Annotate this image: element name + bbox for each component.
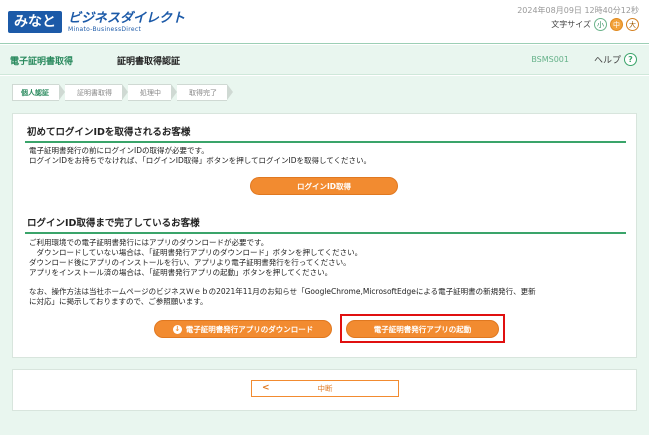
font-size-small-button[interactable]: 小 <box>594 18 607 31</box>
footer-panel: < 中断 <box>12 369 637 411</box>
download-icon: ↓ <box>172 324 182 334</box>
brand-logo[interactable]: みなと ビジネスダイレクト Minato-BusinessDirect <box>8 10 185 34</box>
content-panel: 初めてログインIDを取得されるお客様 電子証明書発行の前にログインIDの取得が必… <box>12 113 637 358</box>
section2-note-2: に対応」に掲示しておりますので、ご参照願います。 <box>29 297 208 306</box>
cancel-button-label: 中断 <box>317 384 333 393</box>
font-size-label: 文字サイズ <box>551 20 591 29</box>
section2-text-3: ダウンロード後にアプリのインストールを行い、アプリより電子証明書発行を行ってくだ… <box>29 258 351 267</box>
help-link[interactable]: ヘルプ ? <box>594 53 637 66</box>
font-size-large-button[interactable]: 大 <box>626 18 639 31</box>
section1-divider <box>25 141 626 143</box>
step-current: 個人認証 <box>12 84 59 101</box>
main-content: 個人認証 証明書取得 処理中 取得完了 初めてログインIDを取得されるお客様 電… <box>0 76 649 435</box>
section2-text-2: ダウンロードしていない場合は、「証明書発行アプリのダウンロード」ボタンを押してく… <box>29 248 363 257</box>
screen-code: BSMS001 <box>531 55 569 64</box>
download-app-button-label: 電子証明書発行アプリのダウンロード <box>185 324 314 334</box>
logo-sub-text: Minato-BusinessDirect <box>68 25 142 33</box>
launch-app-button[interactable]: 電子証明書発行アプリの起動 <box>346 320 499 338</box>
section2-title: ログインID取得まで完了しているお客様 <box>27 218 200 229</box>
app-header: みなと ビジネスダイレクト Minato-BusinessDirect 2024… <box>0 0 649 44</box>
step-item: 証明書取得 <box>65 84 122 101</box>
font-size-medium-button[interactable]: 中 <box>610 18 623 31</box>
section2-text-1: ご利用環境での電子証明書発行にはアプリのダウンロードが必要です。 <box>29 238 269 247</box>
login-id-acquire-button[interactable]: ログインID取得 <box>250 177 398 195</box>
section2-divider <box>25 232 626 234</box>
step-chevron-icon <box>227 84 233 100</box>
logo-main-text: ビジネスダイレクト <box>68 10 186 26</box>
page-category: 電子証明書取得 <box>10 57 74 67</box>
help-label: ヘルプ <box>593 56 621 66</box>
page-titlebar: 電子証明書取得 証明書取得認証 BSMS001 ヘルプ ? <box>0 45 649 75</box>
font-size-control: 文字サイズ 小 中 大 <box>551 18 639 31</box>
chevron-left-icon: < <box>262 383 270 393</box>
section2-note-1: なお、操作方法は当社ホームページのビジネスＷｅｂの2021年11月のお知らせ「G… <box>29 287 536 296</box>
logo-mark: みなと <box>8 11 62 33</box>
step-item: 処理中 <box>128 84 171 101</box>
section1-text-1: 電子証明書発行の前にログインIDの取得が必要です。 <box>29 146 209 155</box>
progress-steps: 個人認証 証明書取得 処理中 取得完了 <box>12 84 233 101</box>
cancel-button[interactable]: < 中断 <box>251 380 399 397</box>
section1-text-2: ログインIDをお持ちでなければ、「ログインID取得」ボタンを押してログインIDを… <box>29 156 372 165</box>
current-datetime: 2024年08月09日 12時40分12秒 <box>517 6 639 15</box>
section2-text-4: アプリをインストール済の場合は、「証明書発行アプリの起動」ボタンを押してください… <box>29 268 333 277</box>
help-icon: ? <box>624 53 637 66</box>
step-item: 取得完了 <box>177 84 227 101</box>
download-app-button[interactable]: ↓ 電子証明書発行アプリのダウンロード <box>154 320 332 338</box>
section1-title: 初めてログインIDを取得されるお客様 <box>27 127 191 138</box>
page-title: 証明書取得認証 <box>117 57 181 67</box>
